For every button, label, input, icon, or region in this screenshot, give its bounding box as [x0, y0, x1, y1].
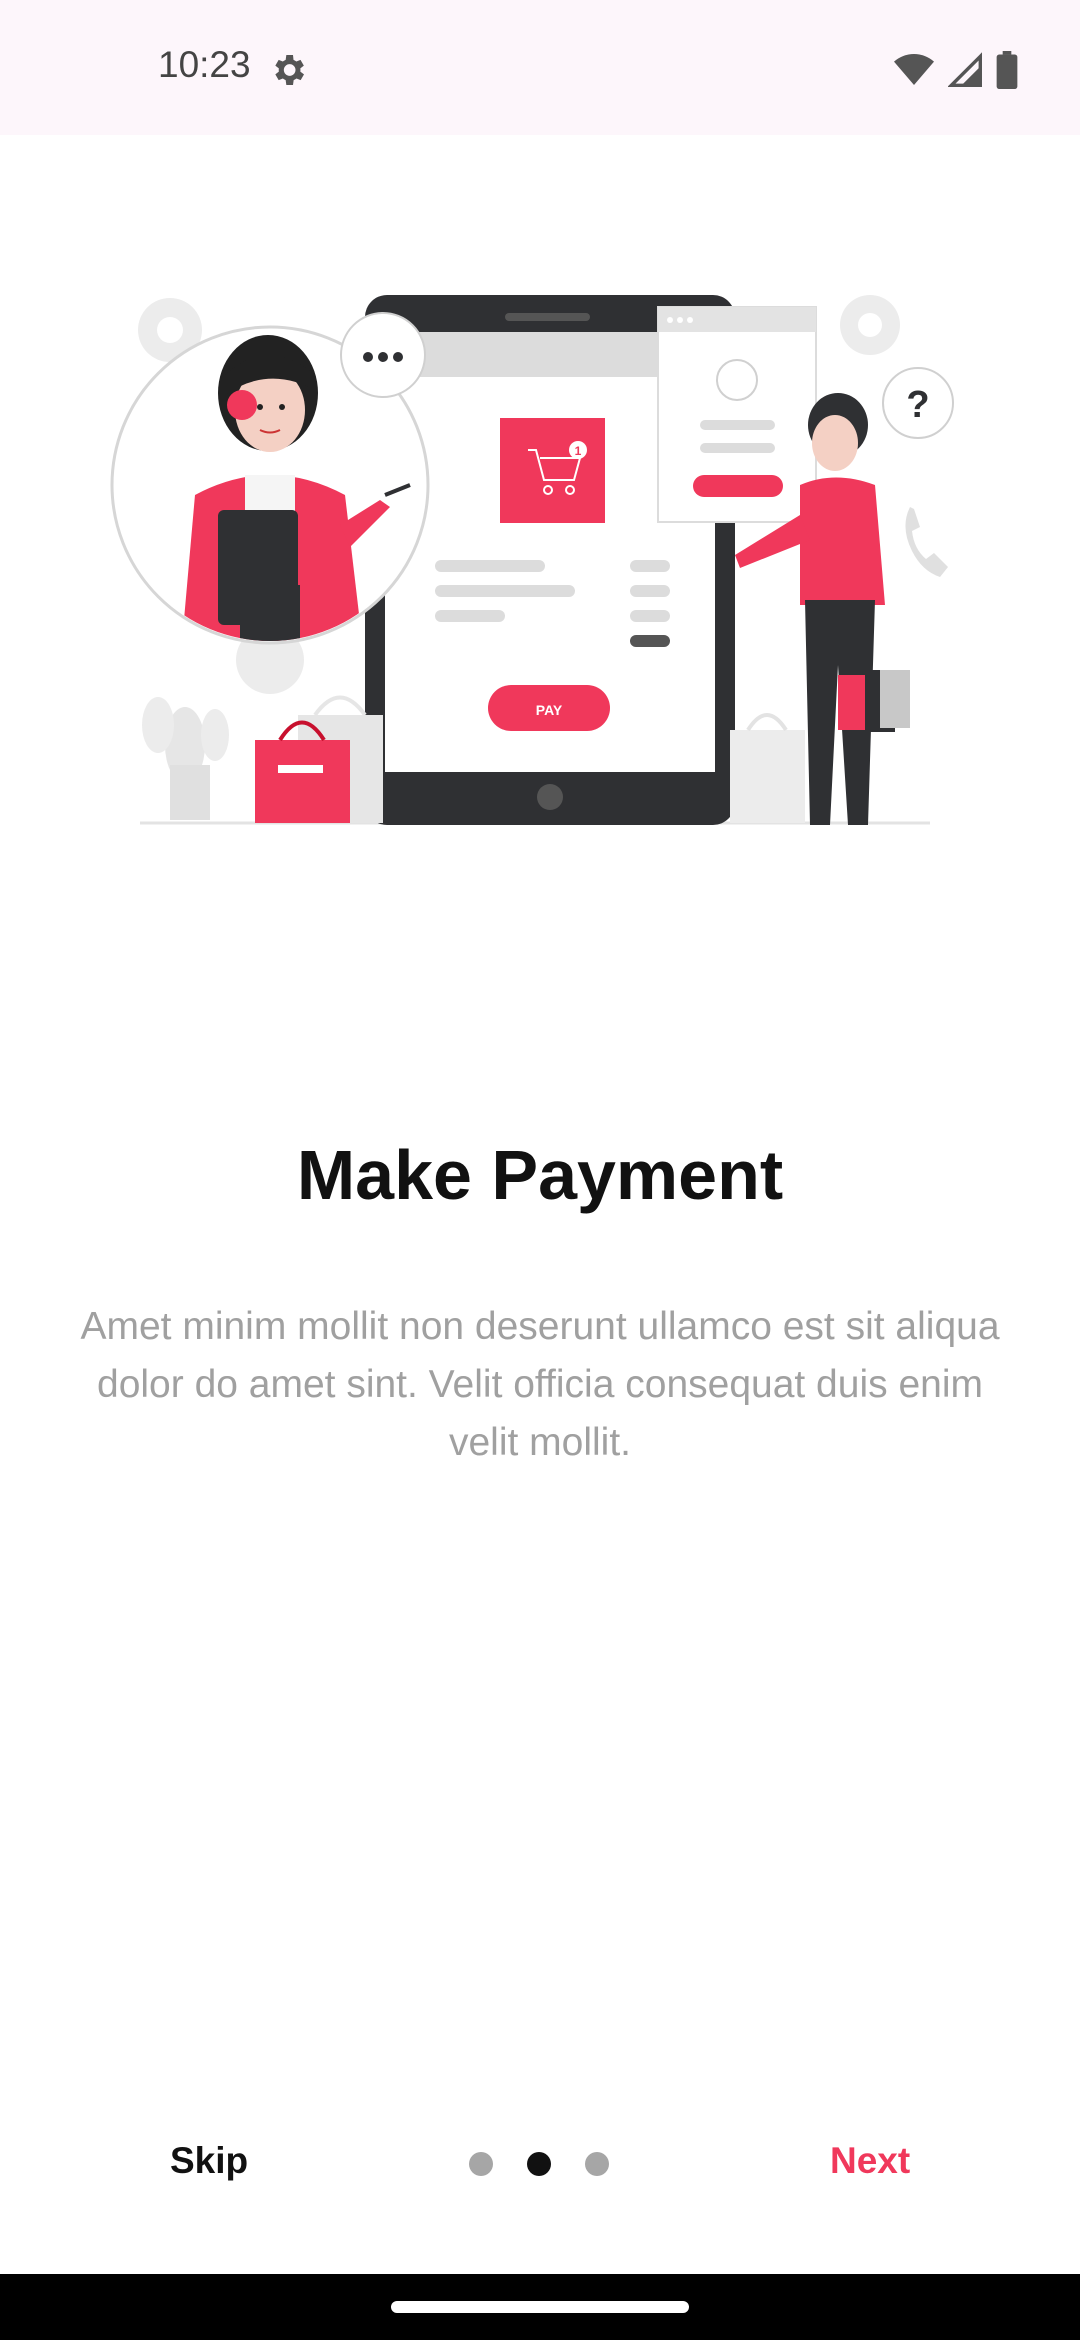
page-dot-1[interactable]: [469, 2152, 493, 2176]
onboarding-description: Amet minim mollit non deserunt ullamco e…: [80, 1305, 1000, 1464]
page-dot-3[interactable]: [585, 2152, 609, 2176]
onboarding-title: Make Payment: [296, 1136, 784, 1214]
home-gesture-handle[interactable]: [391, 2301, 689, 2313]
pay-button-label: PAY: [536, 702, 563, 718]
phone-call-icon: [905, 507, 948, 577]
status-bar: 10:23: [0, 0, 1080, 135]
next-button[interactable]: Next: [830, 2140, 910, 2182]
question-mark: ?: [906, 384, 929, 426]
status-icons: [894, 51, 1018, 89]
battery-icon: [996, 51, 1018, 89]
signal-icon: [948, 52, 982, 87]
page-indicator: [469, 2152, 609, 2176]
status-time: 10:23: [158, 44, 251, 85]
onboarding-screen: 10:23 1 PAY ? Make Payment Amet minim mo…: [0, 0, 1080, 2340]
profile-window: [657, 306, 817, 523]
headset-icon: [227, 390, 257, 420]
wifi-icon: [894, 54, 934, 85]
make-payment-illustration: 1 PAY ?: [110, 295, 954, 825]
cart-badge-count: 1: [575, 444, 582, 458]
question-bubble-icon: ?: [882, 367, 954, 439]
chat-bubble-icon: [340, 312, 426, 398]
plant-pot: [142, 697, 229, 820]
settings-gear-icon: [275, 55, 304, 85]
page-dot-2[interactable]: [527, 2152, 551, 2176]
skip-button[interactable]: Skip: [170, 2140, 248, 2182]
cart-card: [500, 418, 605, 523]
